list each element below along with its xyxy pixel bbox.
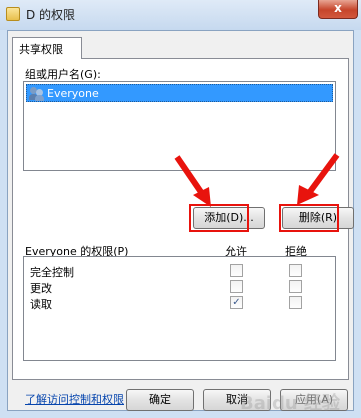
red-arrow-add <box>174 155 211 207</box>
deny-checkbox-read[interactable] <box>289 296 302 309</box>
deny-checkbox-change[interactable] <box>289 280 302 293</box>
window-title: D 的权限 <box>26 8 76 22</box>
red-arrow-remove <box>297 153 340 205</box>
title-bar: D 的权限 x <box>0 0 361 30</box>
watermark: Baidu 经验 <box>240 393 341 414</box>
allow-checkbox-read[interactable]: ✓ <box>230 296 243 309</box>
tab-share-permissions[interactable]: 共享权限 <box>12 37 82 59</box>
access-control-help-link[interactable]: 了解访问控制和权限 <box>25 391 124 407</box>
permission-name: 读取 <box>30 298 52 311</box>
permission-row: 完全控制 <box>24 263 335 279</box>
permission-name: 更改 <box>30 282 52 295</box>
permission-name: 完全控制 <box>30 266 74 279</box>
add-button[interactable]: 添加(D)... <box>193 207 265 229</box>
groups-label: 组或用户名(G): <box>25 68 101 81</box>
deny-checkbox-full-control[interactable] <box>289 264 302 277</box>
list-item-everyone[interactable]: Everyone <box>26 84 333 102</box>
allow-checkbox-full-control[interactable] <box>230 264 243 277</box>
permission-row: 更改 <box>24 279 335 295</box>
folder-icon <box>6 7 20 21</box>
close-button[interactable]: x <box>318 0 358 19</box>
tab-panel: 组或用户名(G): Everyone 添加(D)... 删除(R) Everyo… <box>12 58 354 406</box>
dialog-body: 共享权限 组或用户名(G): Everyone 添加(D)... 删除(R) E… <box>7 30 354 414</box>
list-item-label: Everyone <box>47 87 99 100</box>
allow-checkbox-change[interactable] <box>230 280 243 293</box>
remove-button[interactable]: 删除(R) <box>282 207 354 229</box>
users-icon <box>29 86 45 101</box>
permission-row: 读取 ✓ <box>24 295 335 311</box>
ok-button[interactable]: 确定 <box>126 389 194 411</box>
permissions-list: 完全控制 更改 读取 ✓ <box>23 256 336 361</box>
